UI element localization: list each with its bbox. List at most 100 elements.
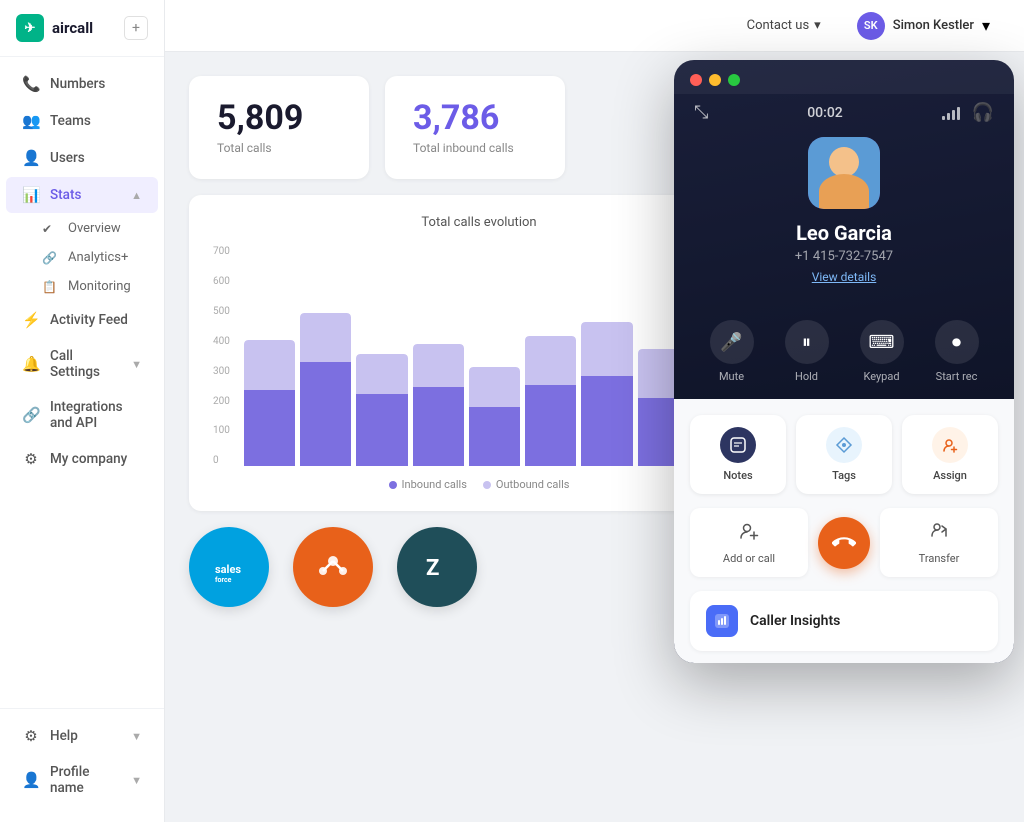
- hold-icon: ⏸: [785, 320, 829, 364]
- traffic-lights: [674, 60, 1014, 94]
- call-settings-icon: 🔔: [22, 355, 40, 373]
- close-light[interactable]: [690, 74, 702, 86]
- minimize-light[interactable]: [709, 74, 721, 86]
- transfer-icon: [928, 520, 950, 547]
- stats-arrow: ▲: [131, 189, 142, 202]
- sidebar-item-activity-feed[interactable]: ⚡ Activity Feed: [6, 302, 158, 338]
- hubspot-integration[interactable]: [293, 527, 373, 607]
- total-calls-label: Total calls: [217, 141, 341, 155]
- signal-bars: [942, 106, 960, 120]
- call-signal-icons: 🎧: [942, 102, 994, 123]
- add-or-call-label: Add or call: [723, 552, 775, 565]
- total-calls-value: 5,809: [217, 100, 341, 137]
- bars-container: [244, 246, 745, 466]
- company-icon: ⚙: [22, 450, 40, 468]
- view-details-link[interactable]: View details: [694, 270, 994, 284]
- bar-group: [244, 246, 295, 466]
- caller-insights-button[interactable]: Caller Insights: [690, 591, 998, 651]
- keypad-label: Keypad: [863, 370, 899, 383]
- caller-avatar: [808, 137, 880, 209]
- integrations-icon: 🔗: [22, 406, 40, 424]
- mute-label: Mute: [719, 370, 744, 383]
- phone-icon: 📞: [22, 75, 40, 93]
- start-rec-button[interactable]: ⏺ Start rec: [935, 320, 979, 383]
- sidebar-item-analytics[interactable]: 🔗 Analytics+: [0, 243, 164, 272]
- tags-button[interactable]: Tags: [796, 415, 892, 494]
- assign-button[interactable]: Assign: [902, 415, 998, 494]
- overview-icon: ✔: [42, 222, 58, 236]
- action-buttons-row: Notes Tags: [690, 415, 998, 494]
- sidebar-item-help[interactable]: ⚙ Help ▼: [6, 718, 158, 754]
- inbound-dot: [389, 481, 397, 489]
- sidebar-item-overview[interactable]: ✔ Overview: [0, 214, 164, 243]
- header: Contact us ▾ SK Simon Kestler ▾: [165, 0, 1024, 52]
- rec-icon: ⏺: [935, 320, 979, 364]
- mute-icon: 🎤: [710, 320, 754, 364]
- call-controls: 🎤 Mute ⏸ Hold ⌨ Keypad ⏺ Start rec: [674, 304, 1014, 399]
- total-calls-card: 5,809 Total calls: [189, 76, 369, 179]
- hold-label: Hold: [795, 370, 818, 383]
- total-inbound-label: Total inbound calls: [413, 141, 537, 155]
- sidebar-nav: 📞 Numbers 👥 Teams 👤 Users 📊 Stats ▲ ✔ Ov…: [0, 57, 164, 708]
- rec-label: Start rec: [936, 370, 978, 383]
- users-icon: 👤: [22, 149, 40, 167]
- sidebar-item-teams[interactable]: 👥 Teams: [6, 103, 158, 139]
- svg-text:force: force: [215, 576, 232, 584]
- bar-group: [525, 246, 576, 466]
- help-icon: ⚙: [22, 727, 40, 745]
- sidebar-add-button[interactable]: +: [124, 16, 148, 40]
- assign-label: Assign: [933, 469, 967, 482]
- bar-group: [469, 246, 520, 466]
- chart-legend: Inbound calls Outbound calls: [213, 478, 745, 491]
- profile-icon: 👤: [22, 771, 40, 789]
- sidebar-item-profile[interactable]: 👤 Profile name ▼: [6, 755, 158, 805]
- legend-inbound: Inbound calls: [389, 478, 467, 491]
- caller-info: Leo Garcia +1 415-732-7547 View details: [674, 129, 1014, 304]
- hangup-button[interactable]: [818, 517, 870, 569]
- call-header: ⤡ 00:02 🎧: [674, 94, 1014, 129]
- svg-text:sales: sales: [215, 563, 241, 576]
- sidebar-item-my-company[interactable]: ⚙ My company: [6, 441, 158, 477]
- total-inbound-card: 3,786 Total inbound calls: [385, 76, 565, 179]
- user-chevron: ▾: [982, 16, 990, 35]
- svg-text:Z: Z: [426, 556, 439, 581]
- sidebar-item-numbers[interactable]: 📞 Numbers: [6, 66, 158, 102]
- salesforce-integration[interactable]: sales force: [189, 527, 269, 607]
- y-axis: 0 100 200 300 400 500 600 700: [213, 246, 238, 466]
- analytics-icon: 🔗: [42, 251, 58, 265]
- bottom-actions: Notes Tags: [674, 399, 1014, 663]
- sidebar: ✈ aircall + 📞 Numbers 👥 Teams 👤 Users 📊 …: [0, 0, 165, 822]
- assign-icon: [932, 427, 968, 463]
- insights-icon: [706, 605, 738, 637]
- logo-icon: ✈: [16, 14, 44, 42]
- contact-us-label: Contact us: [747, 18, 810, 33]
- sidebar-item-users[interactable]: 👤 Users: [6, 140, 158, 176]
- call-settings-arrow: ▼: [131, 358, 142, 371]
- mute-button[interactable]: 🎤 Mute: [710, 320, 754, 383]
- user-name: Simon Kestler: [893, 18, 974, 33]
- keypad-button[interactable]: ⌨ Keypad: [860, 320, 904, 383]
- contact-us-button[interactable]: Contact us ▾: [737, 12, 831, 39]
- maximize-light[interactable]: [728, 74, 740, 86]
- phone-widget: ⤡ 00:02 🎧 Leo Garcia +1 415-732-7547 Vie…: [674, 60, 1014, 663]
- legend-outbound: Outbound calls: [483, 478, 570, 491]
- tags-icon: [826, 427, 862, 463]
- sidebar-item-monitoring[interactable]: 📋 Monitoring: [0, 272, 164, 301]
- sidebar-item-integrations[interactable]: 🔗 Integrations and API: [6, 390, 158, 440]
- notes-button[interactable]: Notes: [690, 415, 786, 494]
- user-menu-button[interactable]: SK Simon Kestler ▾: [847, 6, 1000, 46]
- chart-title: Total calls evolution: [213, 215, 745, 230]
- bar-group: [413, 246, 464, 466]
- sidebar-item-stats[interactable]: 📊 Stats ▲: [6, 177, 158, 213]
- headphone-icon: 🎧: [972, 102, 994, 123]
- zendesk-integration[interactable]: Z: [397, 527, 477, 607]
- transfer-label: Transfer: [919, 552, 960, 565]
- transfer-button[interactable]: Transfer: [880, 508, 998, 577]
- sidebar-item-call-settings[interactable]: 🔔 Call Settings ▼: [6, 339, 158, 389]
- hold-button[interactable]: ⏸ Hold: [785, 320, 829, 383]
- activity-icon: ⚡: [22, 311, 40, 329]
- expand-icon[interactable]: ⤡: [694, 102, 708, 123]
- caller-phone: +1 415-732-7547: [694, 249, 994, 264]
- add-or-call-button[interactable]: Add or call: [690, 508, 808, 577]
- total-inbound-value: 3,786: [413, 100, 537, 137]
